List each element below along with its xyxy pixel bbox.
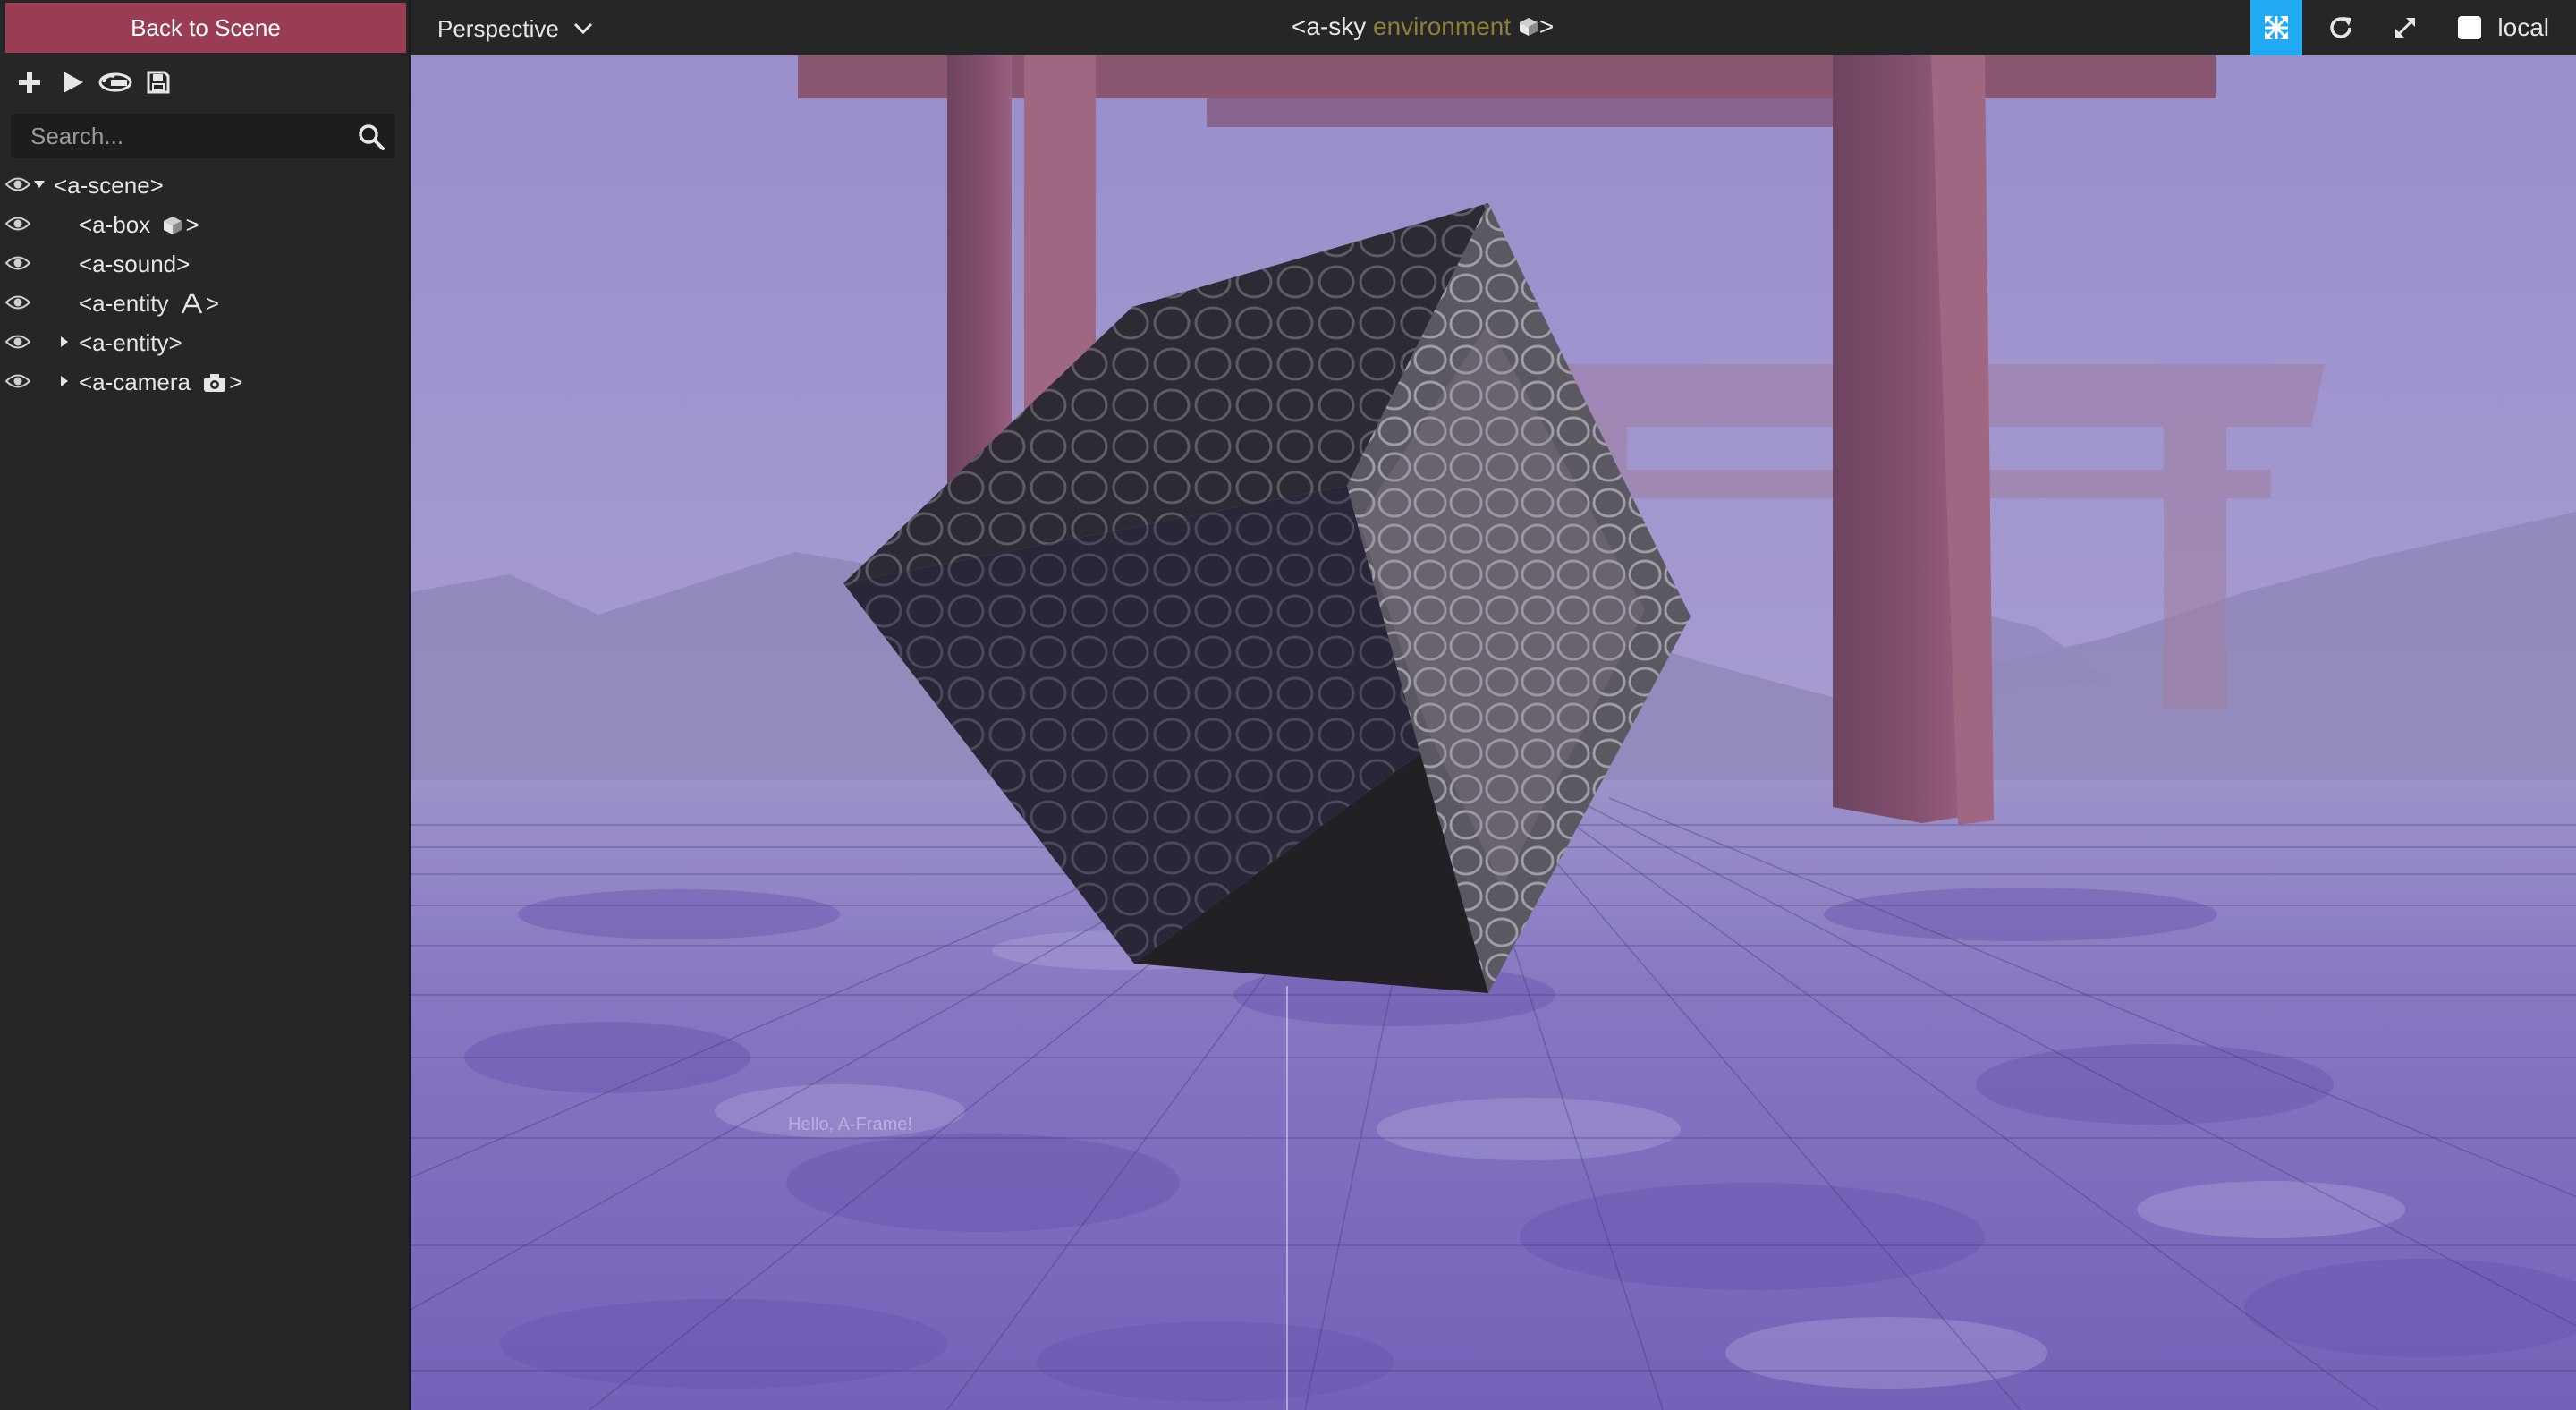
caret-right-icon[interactable] (57, 374, 72, 388)
search-input[interactable] (11, 114, 351, 158)
search-box (11, 114, 395, 158)
scale-icon (2395, 18, 2416, 38)
selected-entity-id: environment (1373, 13, 1512, 40)
outliner-label: <a-scene> (54, 172, 164, 199)
cube-icon (164, 217, 182, 234)
rotate-button[interactable] (2315, 0, 2367, 55)
outliner-row-scene[interactable]: <a-scene> (0, 165, 411, 204)
translate-icon (2265, 16, 2289, 39)
outliner-row-sound[interactable]: <a-sound> (0, 243, 411, 283)
outliner-label-suffix: > (205, 290, 219, 317)
selected-entity-close: > (1538, 13, 1555, 40)
play-icon (64, 72, 83, 93)
caret-right-icon[interactable] (57, 335, 72, 349)
outliner-label: <a-sound> (79, 251, 191, 277)
scene-render (411, 55, 2576, 1410)
visibility-eye-icon[interactable] (5, 216, 30, 232)
export-gltf-button[interactable] (98, 65, 132, 99)
viewport-toolbar: Perspective <a-sky environment > local (411, 0, 2576, 55)
play-button[interactable] (55, 65, 89, 99)
camera-mode-label: Perspective (437, 14, 559, 42)
selected-entity-tag: <a-sky (1292, 13, 1367, 40)
scene-graph-panel: Back to Scene Search... <a-scene> <a-box… (0, 0, 411, 1410)
text-icon (181, 293, 202, 314)
scale-button[interactable] (2379, 0, 2431, 55)
local-label: local (2497, 13, 2549, 41)
translate-button[interactable] (2250, 0, 2303, 55)
outliner-label: <a-box (79, 211, 151, 238)
outliner-label: <a-camera (79, 369, 191, 395)
selected-entity-title: <a-sky environment > (1292, 13, 1554, 41)
outliner-label: <a-entity (79, 290, 169, 317)
camera-icon (204, 374, 226, 392)
save-icon (147, 71, 170, 94)
outliner-label: <a-entity> (79, 329, 182, 356)
visibility-eye-icon[interactable] (5, 294, 30, 310)
outliner-label-suffix: > (229, 369, 243, 395)
3d-viewport[interactable]: Hello, A-Frame! (411, 55, 2576, 1410)
visibility-eye-icon[interactable] (5, 373, 30, 389)
caret-down-icon[interactable] (32, 177, 47, 191)
local-space-toggle[interactable]: local (2458, 13, 2549, 42)
outliner-label-suffix: > (185, 211, 199, 238)
plus-icon (19, 72, 40, 93)
outliner-row-entity-text[interactable]: <a-entity > (0, 283, 411, 322)
add-entity-button[interactable] (13, 65, 47, 99)
back-to-scene-button[interactable]: Back to Scene (5, 3, 406, 53)
rotate-icon (2330, 17, 2352, 38)
visibility-eye-icon[interactable] (5, 176, 30, 192)
sidebar-toolbar (13, 64, 175, 100)
search-icon[interactable] (358, 123, 385, 150)
visibility-eye-icon[interactable] (5, 334, 30, 350)
visibility-eye-icon[interactable] (5, 255, 30, 271)
outliner-row-box[interactable]: <a-box > (0, 204, 411, 243)
local-checkbox[interactable] (2458, 16, 2482, 39)
scene-outliner: <a-scene> <a-box > <a-sound> <a-entity >… (0, 165, 411, 401)
gltf-icon (98, 72, 132, 92)
outliner-row-entity[interactable]: <a-entity> (0, 322, 411, 361)
transform-controls: local (2250, 0, 2576, 55)
chevron-down-icon (573, 22, 592, 35)
save-button[interactable] (141, 65, 175, 99)
outliner-row-camera[interactable]: <a-camera > (0, 361, 411, 401)
camera-mode-dropdown[interactable]: Perspective (437, 11, 593, 47)
floor-text: Hello, A-Frame! (788, 1115, 912, 1134)
cube-icon (1519, 18, 1538, 36)
